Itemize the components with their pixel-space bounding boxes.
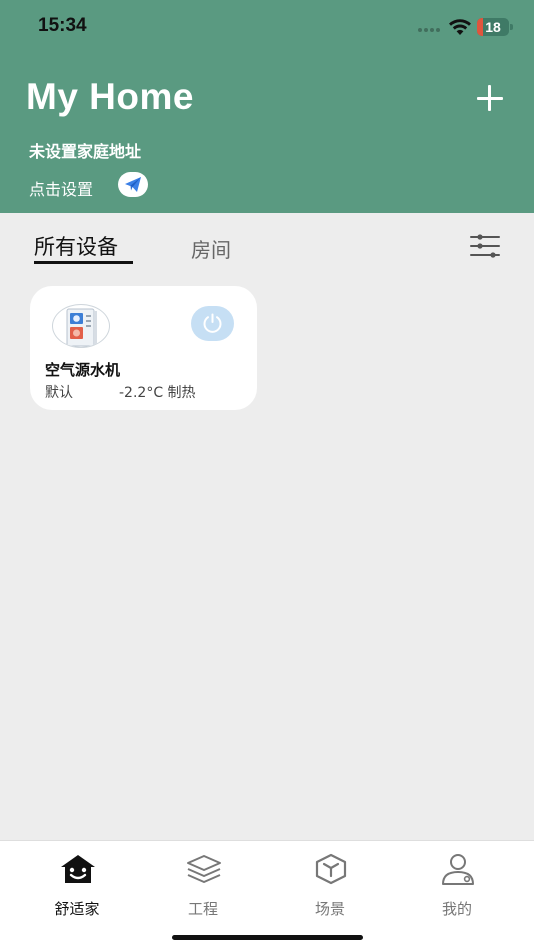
home-header: 15:34 18 My Home 未设置家庭地址 点击设置 bbox=[0, 0, 534, 213]
active-tab-indicator bbox=[34, 261, 133, 264]
filter-settings-icon[interactable] bbox=[469, 233, 501, 259]
nav-label-profile: 我的 bbox=[441, 900, 472, 918]
bottom-tab-bar: 舒适家 工程 场景 我的 bbox=[0, 840, 534, 950]
home-address-text: 未设置家庭地址 bbox=[29, 142, 142, 161]
battery-icon: 18 bbox=[477, 18, 513, 36]
device-room: 默认 bbox=[45, 385, 73, 401]
device-card[interactable]: 空气源水机 默认 -2.2°C 制热 bbox=[30, 286, 257, 410]
power-button[interactable] bbox=[191, 306, 234, 341]
status-bar: 15:34 18 bbox=[0, 0, 534, 54]
add-button[interactable] bbox=[472, 80, 508, 116]
home-icon bbox=[61, 855, 95, 883]
nav-item-scenes[interactable]: 场景 bbox=[290, 853, 370, 918]
device-image bbox=[52, 304, 110, 348]
device-tabs: 所有设备 房间 bbox=[0, 213, 534, 273]
nav-label-home: 舒适家 bbox=[54, 900, 100, 918]
battery-level: 18 bbox=[485, 19, 501, 35]
tab-all-devices[interactable]: 所有设备 bbox=[34, 231, 118, 261]
profile-icon bbox=[442, 854, 474, 885]
home-title: My Home bbox=[26, 76, 194, 117]
nav-label-projects: 工程 bbox=[187, 900, 218, 918]
tab-rooms[interactable]: 房间 bbox=[191, 234, 231, 263]
paper-plane-icon bbox=[125, 177, 141, 192]
layers-icon bbox=[187, 855, 221, 883]
nav-label-scenes: 场景 bbox=[314, 900, 345, 918]
cellular-signal-icon bbox=[418, 28, 444, 34]
water-heater-image bbox=[66, 308, 97, 347]
nav-item-home[interactable]: 舒适家 bbox=[37, 853, 117, 918]
device-status: -2.2°C 制热 bbox=[119, 385, 196, 401]
home-indicator bbox=[172, 935, 363, 940]
cube-icon bbox=[315, 853, 347, 885]
device-name: 空气源水机 bbox=[45, 361, 121, 379]
nav-item-profile[interactable]: 我的 bbox=[417, 853, 497, 918]
wifi-icon bbox=[449, 19, 471, 35]
set-address-link[interactable]: 点击设置 bbox=[29, 176, 93, 200]
power-icon bbox=[203, 313, 222, 333]
status-time: 15:34 bbox=[38, 15, 87, 36]
set-address-button[interactable] bbox=[118, 172, 148, 197]
nav-item-projects[interactable]: 工程 bbox=[163, 853, 243, 918]
